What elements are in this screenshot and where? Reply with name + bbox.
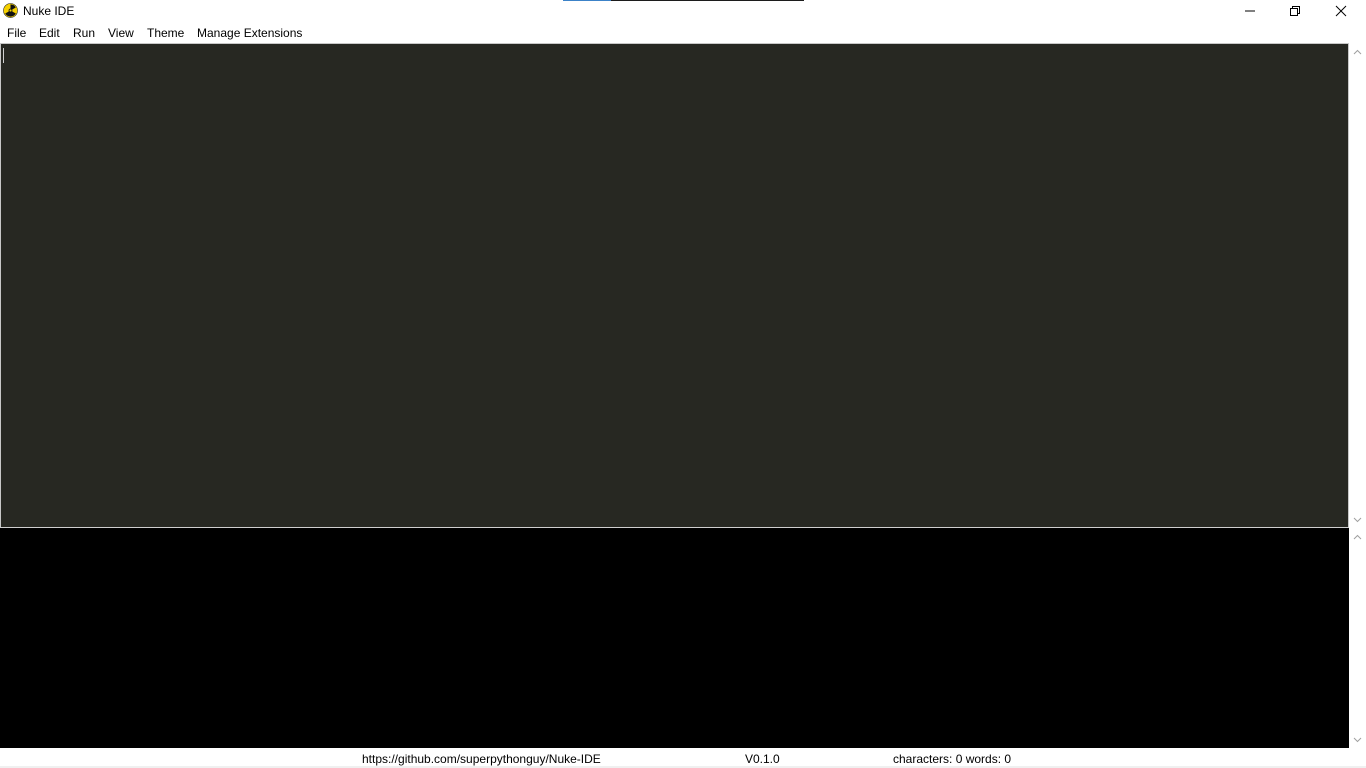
text-cursor bbox=[3, 48, 4, 63]
status-bar: https://github.com/superpythonguy/Nuke-I… bbox=[0, 748, 1366, 768]
code-editor[interactable] bbox=[0, 43, 1349, 527]
output-scroll-up-button[interactable] bbox=[1349, 528, 1366, 545]
title-bar: Nuke IDE bbox=[0, 0, 1366, 22]
restore-button[interactable] bbox=[1272, 0, 1318, 22]
editor-scrollbar[interactable] bbox=[1349, 43, 1366, 528]
output-scroll-down-button[interactable] bbox=[1349, 731, 1366, 748]
restore-icon bbox=[1290, 6, 1300, 16]
title-accent-line-dark bbox=[611, 0, 804, 1]
menu-bar: File Edit Run View Theme Manage Extensio… bbox=[0, 22, 1366, 42]
menu-theme[interactable]: Theme bbox=[147, 26, 184, 40]
editor-scroll-down-button[interactable] bbox=[1349, 511, 1366, 528]
chevron-up-icon bbox=[1353, 49, 1362, 54]
menu-edit[interactable]: Edit bbox=[39, 26, 60, 40]
radiation-icon bbox=[3, 3, 18, 18]
menu-run[interactable]: Run bbox=[73, 26, 95, 40]
close-icon bbox=[1335, 5, 1347, 17]
chevron-up-icon bbox=[1353, 534, 1362, 539]
title-accent-line bbox=[563, 0, 611, 1]
repo-link[interactable]: https://github.com/superpythonguy/Nuke-I… bbox=[362, 752, 601, 766]
character-word-count: characters: 0 words: 0 bbox=[893, 752, 1012, 766]
output-scrollbar[interactable] bbox=[1349, 528, 1366, 748]
close-button[interactable] bbox=[1318, 0, 1364, 22]
minimize-icon bbox=[1245, 10, 1255, 12]
window-title: Nuke IDE bbox=[23, 4, 75, 18]
chevron-down-icon bbox=[1353, 737, 1362, 742]
minimize-button[interactable] bbox=[1227, 0, 1273, 22]
editor-scroll-up-button[interactable] bbox=[1349, 43, 1366, 60]
menu-view[interactable]: View bbox=[108, 26, 134, 40]
output-console[interactable] bbox=[0, 528, 1349, 748]
menu-file[interactable]: File bbox=[7, 26, 26, 40]
chevron-down-icon bbox=[1353, 517, 1362, 522]
version-label: V0.1.0 bbox=[745, 752, 780, 766]
menu-manage-extensions[interactable]: Manage Extensions bbox=[197, 26, 302, 40]
